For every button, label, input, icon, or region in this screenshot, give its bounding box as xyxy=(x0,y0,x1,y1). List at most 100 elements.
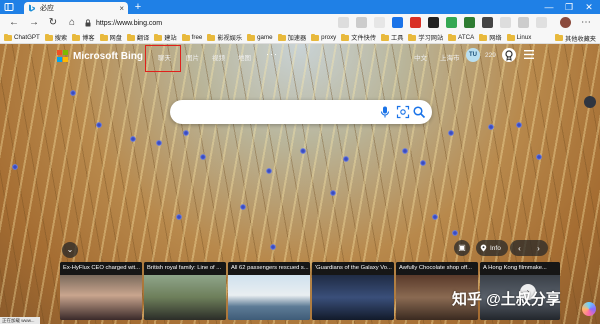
bookmarks-bar: ChatGPT 搜索 博客 网盘 翻译 建站 free 影视娱乐 game 加速… xyxy=(0,32,600,44)
minimize-button[interactable]: — xyxy=(540,0,558,14)
bookmark-item[interactable]: proxy xyxy=(311,33,336,41)
copilot-icon[interactable] xyxy=(582,302,596,316)
flower-decoration xyxy=(96,122,102,128)
tab-close-icon[interactable]: × xyxy=(119,4,124,13)
status-bar: 正在加载 www... xyxy=(0,317,40,324)
bookmark-item[interactable]: 搜索 xyxy=(44,33,67,42)
news-title: All 62 passengers rescued s... xyxy=(228,262,310,275)
bookmark-item[interactable]: game xyxy=(247,33,273,41)
close-window-button[interactable]: ✕ xyxy=(580,0,598,14)
extension-4-icon[interactable] xyxy=(446,17,457,28)
info-label: Info xyxy=(490,244,501,252)
folder-icon xyxy=(311,33,320,41)
flower-decoration xyxy=(240,204,246,210)
flower-decoration xyxy=(402,148,408,154)
news-title: British royal family: Line of ... xyxy=(144,262,226,275)
folder-icon xyxy=(277,33,286,41)
bookmark-item[interactable]: 加速器 xyxy=(277,33,306,42)
flower-decoration xyxy=(200,154,206,160)
bookmark-item[interactable]: free xyxy=(181,33,202,41)
news-card[interactable]: British royal family: Line of ... xyxy=(144,262,226,320)
downloads-icon[interactable] xyxy=(518,17,529,28)
microphone-icon[interactable] xyxy=(378,105,392,119)
prev-image-button[interactable]: ‹ xyxy=(518,244,521,253)
folder-icon xyxy=(126,33,135,41)
hamburger-menu-icon[interactable] xyxy=(524,50,534,59)
forward-icon[interactable]: → xyxy=(28,17,40,29)
next-image-button[interactable]: › xyxy=(537,244,540,253)
bookmark-item[interactable]: 影视娱乐 xyxy=(207,33,242,42)
folder-icon xyxy=(99,33,108,41)
more-menu-icon[interactable]: ⋯ xyxy=(580,17,592,29)
title-bar: 必应 × + — ❐ ✕ xyxy=(0,0,600,14)
flower-decoration xyxy=(176,214,182,220)
language-link[interactable]: 中文 xyxy=(414,52,427,62)
bookmark-item[interactable]: Linux xyxy=(506,33,531,41)
visual-search-icon[interactable] xyxy=(396,105,410,119)
other-favorites[interactable]: 其他收藏夹 xyxy=(555,32,596,43)
bookmark-item[interactable]: 建站 xyxy=(154,33,177,42)
url-text: https://www.bing.com xyxy=(96,19,163,27)
news-card[interactable]: Ex-HyFlux CEO charged wit... xyxy=(60,262,142,320)
flower-decoration xyxy=(300,148,306,154)
new-tab-button[interactable]: + xyxy=(132,1,144,13)
news-card[interactable]: 'Guardians of the Galaxy Vo... xyxy=(312,262,394,320)
user-avatar[interactable]: TU xyxy=(466,48,480,62)
nav-videos[interactable]: 视频 xyxy=(212,52,225,62)
logo-text: Microsoft Bing xyxy=(73,50,143,62)
collapse-news-icon[interactable]: ⌄ xyxy=(62,242,78,258)
sidebar-toggle-icon[interactable] xyxy=(4,2,14,12)
search-icon[interactable] xyxy=(412,105,426,119)
bookmark-item[interactable]: 博客 xyxy=(72,33,95,42)
folder-icon xyxy=(479,33,488,41)
back-icon[interactable]: ← xyxy=(8,17,20,29)
news-title: Ex-HyFlux CEO charged wit... xyxy=(60,262,142,275)
bookmark-item[interactable]: 工具 xyxy=(381,33,403,42)
image-gallery-icon[interactable]: ▣ xyxy=(454,240,470,256)
info-button[interactable]: Info xyxy=(476,240,508,256)
tab-bing[interactable]: 必应 × xyxy=(24,2,128,14)
news-image xyxy=(228,275,310,320)
bookmark-item[interactable]: 文件快传 xyxy=(341,33,376,42)
search-input[interactable] xyxy=(180,104,370,120)
home-icon[interactable]: ⌂ xyxy=(66,17,78,29)
bookmark-item[interactable]: 翻译 xyxy=(126,33,149,42)
split-screen-icon[interactable] xyxy=(356,17,367,28)
more-nav-icon[interactable]: ··· xyxy=(266,49,278,59)
history-icon[interactable] xyxy=(536,17,547,28)
flower-decoration xyxy=(420,160,426,166)
address-bar: ← → ↻ ⌂ https://www.bing.com ⋯ xyxy=(0,14,600,32)
nav-images[interactable]: 图片 xyxy=(186,52,199,62)
news-title: Awfully Chocolate shop off... xyxy=(396,262,478,275)
extension-2-icon[interactable] xyxy=(410,17,421,28)
favorite-star-icon[interactable] xyxy=(374,17,385,28)
folder-icon xyxy=(4,33,12,41)
restore-button[interactable]: ❐ xyxy=(560,0,578,14)
news-image xyxy=(312,275,394,320)
extension-3-icon[interactable] xyxy=(428,17,439,28)
bing-logo[interactable]: Microsoft Bing xyxy=(57,50,143,62)
bookmark-item[interactable]: ATCA xyxy=(448,33,474,41)
folder-icon xyxy=(555,34,564,41)
flower-decoration xyxy=(70,90,76,96)
nav-maps[interactable]: 地图 xyxy=(238,52,251,62)
read-aloud-icon[interactable] xyxy=(338,17,349,28)
profile-avatar[interactable] xyxy=(560,17,571,28)
folder-icon xyxy=(207,33,216,41)
bookmark-item[interactable]: 网盘 xyxy=(99,33,122,42)
extension-5-icon[interactable] xyxy=(464,17,475,28)
rewards-icon[interactable] xyxy=(502,48,516,62)
news-title: A Hong Kong filmmake... xyxy=(480,262,560,275)
bookmark-item[interactable]: 网络 xyxy=(479,33,502,42)
bookmark-item[interactable]: 学习网站 xyxy=(408,33,443,42)
extension-1-icon[interactable] xyxy=(392,17,403,28)
folder-icon xyxy=(408,33,417,41)
microsoft-logo-icon xyxy=(57,50,69,62)
extension-6-icon[interactable] xyxy=(482,17,493,28)
refresh-icon[interactable]: ↻ xyxy=(47,17,59,29)
location-link[interactable]: 上海市 xyxy=(440,52,460,62)
collections-icon[interactable] xyxy=(500,17,511,28)
side-panel-icon[interactable] xyxy=(584,96,596,108)
bookmark-item[interactable]: ChatGPT xyxy=(4,33,40,41)
news-card[interactable]: All 62 passengers rescued s... xyxy=(228,262,310,320)
